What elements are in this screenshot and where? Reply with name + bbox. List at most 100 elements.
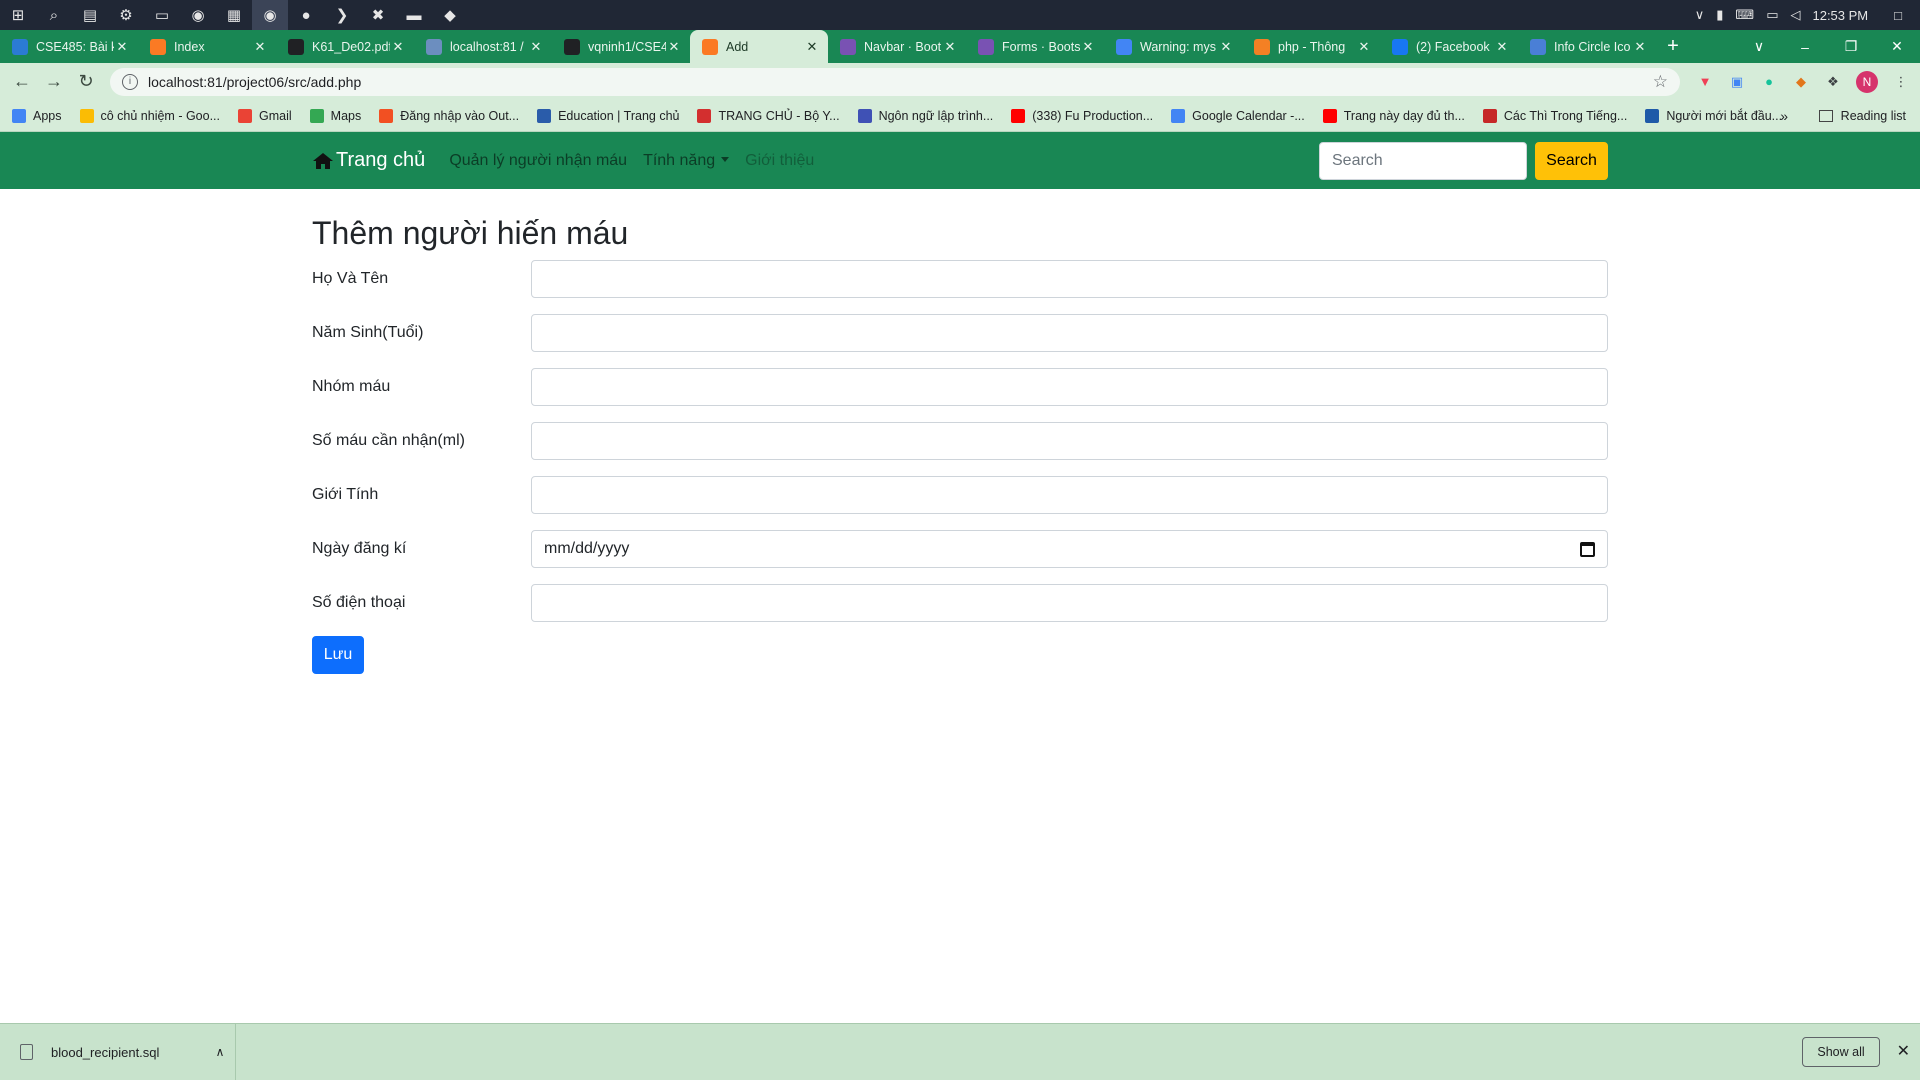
bookmark-item[interactable]: (338) Fu Production... [1011, 108, 1154, 123]
download-shelf: blood_recipient.sql ∧ Show all ✕ [0, 1023, 1920, 1080]
blood-group-input[interactable] [531, 368, 1608, 406]
git-icon[interactable]: ◆ [432, 0, 468, 30]
task-view-icon[interactable]: ▤ [72, 0, 108, 30]
tab-5[interactable]: Add ✕ [690, 30, 828, 63]
close-window-icon[interactable]: ✕ [1874, 30, 1920, 63]
tab-close-icon[interactable]: ✕ [804, 39, 820, 55]
tab-close-icon[interactable]: ✕ [1218, 39, 1234, 55]
chrome-icon[interactable]: ◉ [180, 0, 216, 30]
search-button[interactable]: Search [1535, 142, 1608, 180]
metamask-icon[interactable]: ◆ [1792, 73, 1810, 91]
tab-6[interactable]: Navbar · Boot ✕ [828, 30, 966, 63]
tab-8[interactable]: Warning: mys ✕ [1104, 30, 1242, 63]
new-tab-button[interactable]: + [1656, 30, 1690, 63]
tab-close-icon[interactable]: ✕ [1356, 39, 1372, 55]
search-input[interactable] [1319, 142, 1527, 180]
pocket-icon[interactable]: ▼ [1696, 73, 1714, 91]
tab-10[interactable]: (2) Facebook ✕ [1380, 30, 1518, 63]
chrome-active-icon[interactable]: ◉ [252, 0, 288, 30]
tab-2[interactable]: K61_De02.pdf ✕ [276, 30, 414, 63]
tab-search-icon[interactable]: ∨ [1736, 30, 1782, 63]
bookmarks-overflow-icon[interactable]: » [1780, 108, 1788, 124]
tab-close-icon[interactable]: ✕ [1494, 39, 1510, 55]
tab-close-icon[interactable]: ✕ [1080, 39, 1096, 55]
bookmark-item[interactable]: Apps [12, 108, 62, 123]
bookmark-item[interactable]: Gmail [238, 108, 292, 123]
tab-close-icon[interactable]: ✕ [390, 39, 406, 55]
reg-date-input[interactable]: mm/dd/yyyy [531, 530, 1608, 568]
vscode-icon[interactable]: ❯ [324, 0, 360, 30]
clock[interactable]: 12:53 PM [1812, 8, 1868, 23]
monitor-icon[interactable]: ▭ [144, 0, 180, 30]
bookmark-label: (338) Fu Production... [1032, 108, 1154, 123]
tab-7[interactable]: Forms · Boots ✕ [966, 30, 1104, 63]
nav-link-manage[interactable]: Quản lý người nhận máu [449, 152, 627, 170]
profile-avatar[interactable]: N [1856, 70, 1878, 93]
tab-4[interactable]: vqninh1/CSE4 ✕ [552, 30, 690, 63]
input-method-icon[interactable]: ⌨ [1735, 7, 1754, 23]
microphone-icon[interactable]: ▮ [1716, 7, 1723, 23]
tab-1[interactable]: Index ✕ [138, 30, 276, 63]
calendar-icon[interactable] [1580, 541, 1595, 557]
restore-icon[interactable]: ❐ [1828, 30, 1874, 63]
tab-close-icon[interactable]: ✕ [1632, 39, 1648, 55]
network-icon[interactable]: ▭ [1766, 7, 1778, 23]
bookmark-item[interactable]: Education | Trang chủ [537, 108, 679, 123]
tab-close-icon[interactable]: ✕ [528, 39, 544, 55]
bookmark-star-icon[interactable]: ☆ [1653, 72, 1668, 92]
chevron-up-icon[interactable]: ∨ [1695, 7, 1705, 23]
close-icon[interactable]: ✕ [1897, 1041, 1910, 1061]
back-icon[interactable]: ← [6, 66, 38, 98]
reading-list-button[interactable]: Reading list [1818, 109, 1906, 123]
minimize-icon[interactable]: – [1782, 30, 1828, 63]
volume-icon[interactable]: ◁ [1790, 7, 1800, 23]
tab-0[interactable]: CSE485: Bài k ✕ [0, 30, 138, 63]
name-input[interactable] [531, 260, 1608, 298]
settings-icon[interactable]: ⚙ [108, 0, 144, 30]
tab-3[interactable]: localhost:81 / ✕ [414, 30, 552, 63]
tab-title: localhost:81 / [450, 39, 524, 54]
app-icon[interactable]: ▦ [216, 0, 252, 30]
translate-icon[interactable]: ▣ [1728, 73, 1746, 91]
bookmark-item[interactable]: Trang này dạy đủ th... [1322, 108, 1465, 123]
xampp-icon[interactable]: ✖ [360, 0, 396, 30]
tab-9[interactable]: php - Thông ✕ [1242, 30, 1380, 63]
windows-start-icon[interactable]: ⊞ [0, 0, 36, 30]
save-button[interactable]: Lưu [312, 636, 364, 674]
show-all-button[interactable]: Show all [1802, 1037, 1880, 1067]
bookmark-item[interactable]: Đăng nhập vào Out... [379, 108, 519, 123]
url-text[interactable]: localhost:81/project06/src/add.php [148, 74, 1653, 90]
reload-icon[interactable]: ↻ [70, 66, 102, 98]
notification-icon[interactable]: □ [1894, 8, 1902, 23]
download-item[interactable]: blood_recipient.sql ∧ [0, 1023, 236, 1080]
tab-close-icon[interactable]: ✕ [666, 39, 682, 55]
bookmark-item[interactable]: Các Thì Trong Tiếng... [1482, 108, 1627, 123]
bookmark-item[interactable]: Ngôn ngữ lập trình... [857, 108, 993, 123]
search-icon[interactable]: ⌕ [36, 0, 72, 30]
navbar-brand[interactable]: Trang chủ [312, 149, 425, 172]
bookmark-item[interactable]: TRANG CHỦ - Bộ Y... [697, 108, 840, 123]
omnibox[interactable]: i localhost:81/project06/src/add.php ☆ [110, 67, 1680, 96]
tab-close-icon[interactable]: ✕ [114, 39, 130, 55]
discord-icon[interactable]: ● [288, 0, 324, 30]
tab-close-icon[interactable]: ✕ [942, 39, 958, 55]
menu-kebab-icon[interactable]: ⋮ [1892, 73, 1910, 91]
bookmark-item[interactable]: Google Calendar -... [1171, 108, 1305, 123]
amount-input[interactable] [531, 422, 1608, 460]
chevron-up-icon[interactable]: ∧ [205, 1045, 235, 1059]
gender-input[interactable] [531, 476, 1608, 514]
system-tray: ∨ ▮ ⌨ ▭ ◁ 12:53 PM □ [1695, 0, 1920, 30]
bookmark-item[interactable]: Người mới bắt đầu... [1645, 108, 1782, 123]
extensions-puzzle-icon[interactable]: ❖ [1824, 73, 1842, 91]
forward-icon[interactable]: → [38, 66, 70, 98]
folder-icon[interactable]: ▬ [396, 0, 432, 30]
birth-input[interactable] [531, 314, 1608, 352]
bookmark-item[interactable]: cô chủ nhiệm - Goo... [79, 108, 220, 123]
grammarly-icon[interactable]: ● [1760, 73, 1778, 91]
tab-close-icon[interactable]: ✕ [252, 39, 268, 55]
bookmark-item[interactable]: Maps [309, 108, 361, 123]
nav-link-features-dropdown[interactable]: Tính năng [643, 152, 729, 170]
site-info-icon[interactable]: i [122, 73, 138, 90]
phone-input[interactable] [531, 584, 1608, 622]
tab-11[interactable]: Info Circle Ico ✕ [1518, 30, 1656, 63]
